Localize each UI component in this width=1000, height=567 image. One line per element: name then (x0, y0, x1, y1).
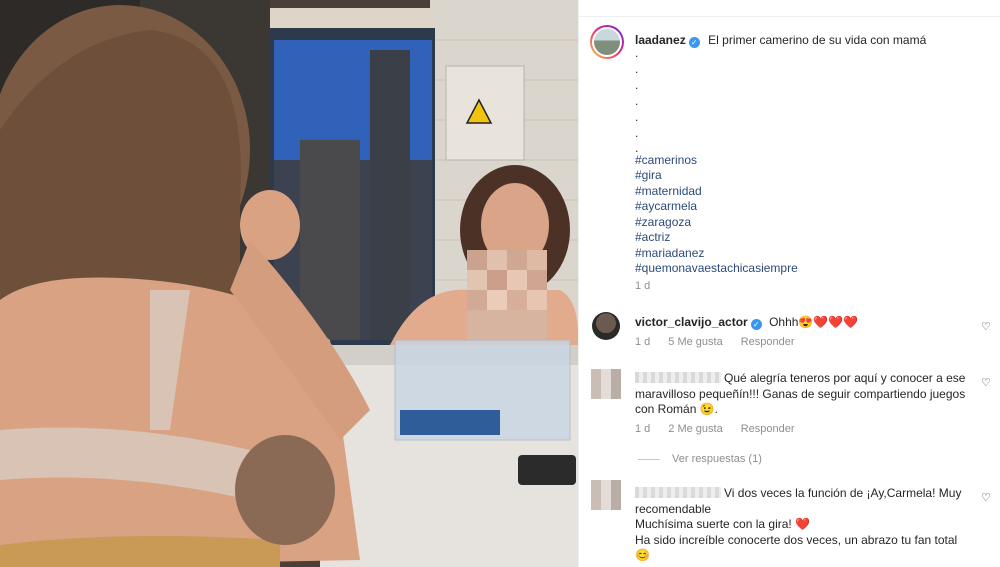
divider-line (638, 458, 660, 460)
caption-header: laadanez ✓ El primer camerino de su vida … (635, 31, 926, 49)
caption-dot: . (635, 126, 639, 140)
comment-text-line: Ha sido increíble conocerte dos veces, u… (635, 532, 958, 547)
comment-age: 1 d (635, 423, 651, 435)
caption-dot: . (635, 62, 639, 76)
comment-hearts: ❤️❤️❤️ (813, 315, 859, 329)
header-divider (579, 0, 1000, 17)
like-comment-heart-icon[interactable]: ♡ (981, 491, 991, 504)
hashtag-link[interactable]: #quemonavaestachicasiempre (635, 261, 798, 275)
mirror-scene-image (0, 0, 578, 567)
hashtag-link[interactable]: #maternidad (635, 184, 702, 198)
commenter-avatar[interactable] (592, 312, 620, 340)
author-username[interactable]: laadanez (635, 33, 686, 47)
hashtag-link[interactable]: #actriz (635, 230, 670, 244)
comment-age: 1 d (635, 336, 651, 348)
commenter-username-blurred[interactable] (635, 487, 721, 498)
commenter-username[interactable]: victor_clavijo_actor (635, 315, 748, 329)
commenter-username-blurred[interactable] (635, 372, 721, 383)
comment-row-2: Qué alegría teneros por aquí y conocer a… (635, 371, 965, 418)
comment-likes[interactable]: 5 Me gusta (668, 336, 722, 348)
comment-row-1: victor_clavijo_actor ✓ Ohhh😍❤️❤️❤️ (635, 315, 858, 330)
comment-text-line: Vi dos veces la función de ¡Ay,Carmela! … (724, 486, 962, 500)
comment-text-line: recomendable (635, 501, 712, 516)
caption-dot: . (635, 46, 639, 60)
caption-dot: . (635, 94, 639, 108)
post-photo[interactable] (0, 0, 578, 567)
author-avatar[interactable] (590, 25, 624, 59)
like-comment-heart-icon[interactable]: ♡ (981, 376, 991, 389)
comment-likes[interactable]: 2 Me gusta (668, 423, 722, 435)
comment-text-line: con Román 😉. (635, 402, 718, 416)
comment-text: Ohhh😍 (769, 315, 814, 329)
view-replies-label: Ver respuestas (1) (672, 453, 762, 465)
verified-badge-icon: ✓ (750, 319, 762, 330)
caption-title: El primer camerino de su vida con mamá (708, 33, 927, 47)
hashtag-link[interactable]: #camerinos (635, 153, 697, 167)
hashtag-link[interactable]: #mariadanez (635, 246, 704, 260)
post-age: 1 d (635, 280, 651, 292)
comment-text-line: maravilloso pequeñín!!! Ganas de seguir … (635, 386, 966, 401)
comment-text-line: Qué alegría teneros por aquí y conocer a… (724, 371, 966, 385)
view-replies-button[interactable]: Ver respuestas (1) (638, 453, 762, 465)
comment-text-line: 😊 (635, 548, 650, 562)
post-details-panel: laadanez ✓ El primer camerino de su vida … (578, 0, 1000, 567)
commenter-avatar[interactable] (591, 369, 621, 399)
comment-row-3: Vi dos veces la función de ¡Ay,Carmela! … (635, 486, 961, 564)
verified-badge-icon: ✓ (688, 37, 700, 48)
comment-meta: 1 d 5 Me gusta Responder (635, 336, 813, 348)
caption-dot: . (635, 78, 639, 92)
hashtag-link[interactable]: #aycarmela (635, 199, 697, 213)
like-comment-heart-icon[interactable]: ♡ (981, 320, 991, 333)
reply-button[interactable]: Responder (741, 336, 795, 348)
commenter-avatar[interactable] (591, 480, 621, 510)
comment-meta: 1 d 2 Me gusta Responder (635, 423, 813, 435)
caption-dot: . (635, 110, 639, 124)
comment-heart-emoji: ❤️ (795, 517, 811, 531)
comment-text-line: Muchísima suerte con la gira! (635, 517, 792, 531)
hashtag-link[interactable]: #zaragoza (635, 215, 691, 229)
hashtag-link[interactable]: #gira (635, 168, 662, 182)
reply-button[interactable]: Responder (741, 423, 795, 435)
